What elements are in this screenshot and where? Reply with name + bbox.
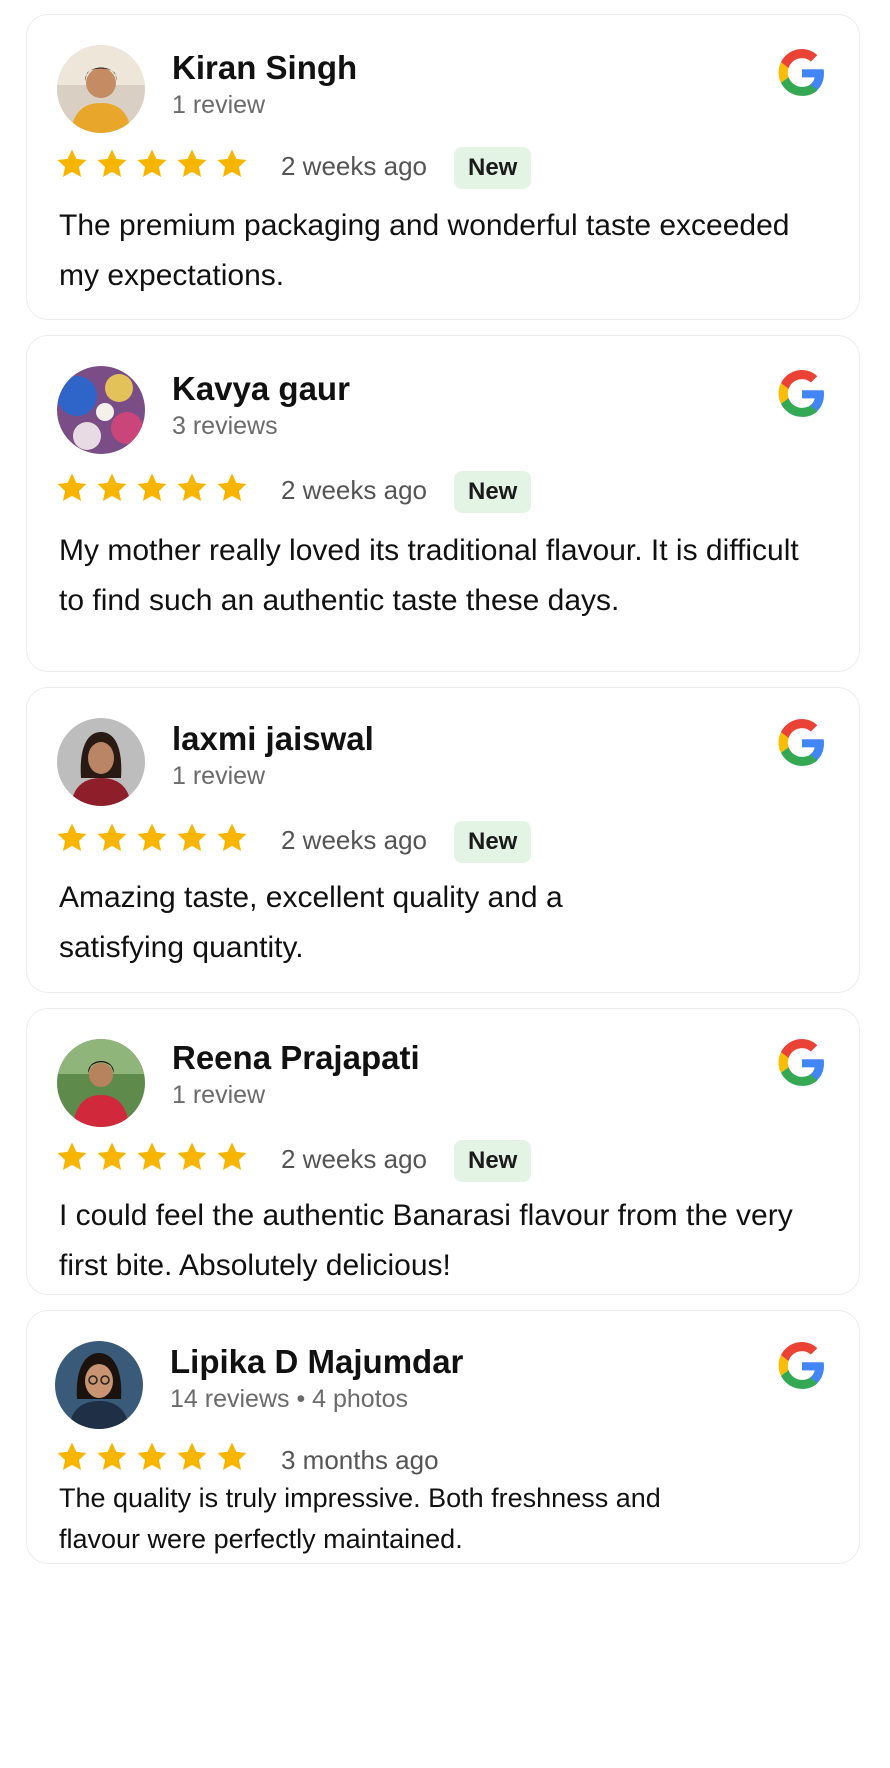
star-icon [55, 147, 89, 181]
review-count: 14 reviews • 4 photos [170, 1385, 409, 1413]
review-count: 3 reviews [172, 412, 278, 440]
star-icon [215, 471, 249, 505]
review-time: 2 weeks ago [281, 1144, 427, 1174]
review-card: Lipika D Majumdar 14 reviews • 4 photos … [26, 1310, 860, 1564]
star-icon [95, 821, 129, 855]
star-icon [135, 1440, 169, 1474]
star-icon [135, 1140, 169, 1174]
google-logo-icon [777, 718, 827, 768]
star-icon [215, 821, 249, 855]
review-time: 3 months ago [281, 1445, 439, 1475]
star-icon [175, 1140, 209, 1174]
star-rating [55, 471, 249, 505]
star-icon [135, 821, 169, 855]
star-icon [175, 821, 209, 855]
avatar[interactable] [57, 366, 145, 454]
star-icon [95, 1140, 129, 1174]
star-icon [95, 471, 129, 505]
new-badge: New [454, 1140, 532, 1182]
reviewer-name[interactable]: Reena Prajapati [172, 1039, 420, 1077]
star-icon [175, 471, 209, 505]
star-rating [55, 1140, 249, 1174]
google-logo-icon [777, 1341, 827, 1391]
review-text: The premium packaging and wonderful tast… [59, 209, 790, 292]
review-text: I could feel the authentic Banarasi flav… [59, 1199, 793, 1282]
review-count: 1 review [172, 1081, 266, 1109]
star-icon [215, 147, 249, 181]
star-rating [55, 821, 249, 855]
star-icon [95, 147, 129, 181]
review-time: 2 weeks ago [281, 151, 427, 181]
review-time: 2 weeks ago [281, 475, 427, 505]
star-icon [95, 1440, 129, 1474]
review-card: Kavya gaur 3 reviews 2 weeks ago New My … [26, 335, 860, 672]
star-icon [215, 1440, 249, 1474]
avatar[interactable] [57, 45, 145, 133]
star-icon [175, 147, 209, 181]
google-logo-icon [777, 369, 827, 419]
review-text: Amazing taste, excellent quality and a s… [59, 881, 563, 964]
reviewer-name[interactable]: laxmi jaiswal [172, 720, 374, 758]
reviewer-name[interactable]: Lipika D Majumdar [170, 1343, 463, 1381]
star-icon [215, 1140, 249, 1174]
google-logo-icon [777, 48, 827, 98]
star-rating [55, 1440, 249, 1474]
review-text: The quality is truly impressive. Both fr… [59, 1483, 661, 1554]
star-icon [55, 471, 89, 505]
review-card: Kiran Singh 1 review 2 weeks ago New The… [26, 14, 860, 320]
avatar[interactable] [57, 718, 145, 806]
review-time: 2 weeks ago [281, 825, 427, 855]
new-badge: New [454, 147, 532, 189]
star-rating [55, 147, 249, 181]
star-icon [55, 1440, 89, 1474]
star-icon [135, 471, 169, 505]
review-card: laxmi jaiswal 1 review 2 weeks ago New A… [26, 687, 860, 993]
star-icon [55, 1140, 89, 1174]
avatar[interactable] [57, 1039, 145, 1127]
google-logo-icon [777, 1038, 827, 1088]
new-badge: New [454, 821, 532, 863]
star-icon [135, 147, 169, 181]
star-icon [55, 821, 89, 855]
star-icon [175, 1440, 209, 1474]
review-count: 1 review [172, 91, 266, 119]
reviewer-name[interactable]: Kiran Singh [172, 49, 357, 87]
review-card: Reena Prajapati 1 review 2 weeks ago New… [26, 1008, 860, 1295]
avatar[interactable] [55, 1341, 143, 1429]
review-text: My mother really loved its traditional f… [59, 534, 799, 617]
review-count: 1 review [172, 762, 266, 790]
reviewer-name[interactable]: Kavya gaur [172, 370, 350, 408]
new-badge: New [454, 471, 532, 513]
